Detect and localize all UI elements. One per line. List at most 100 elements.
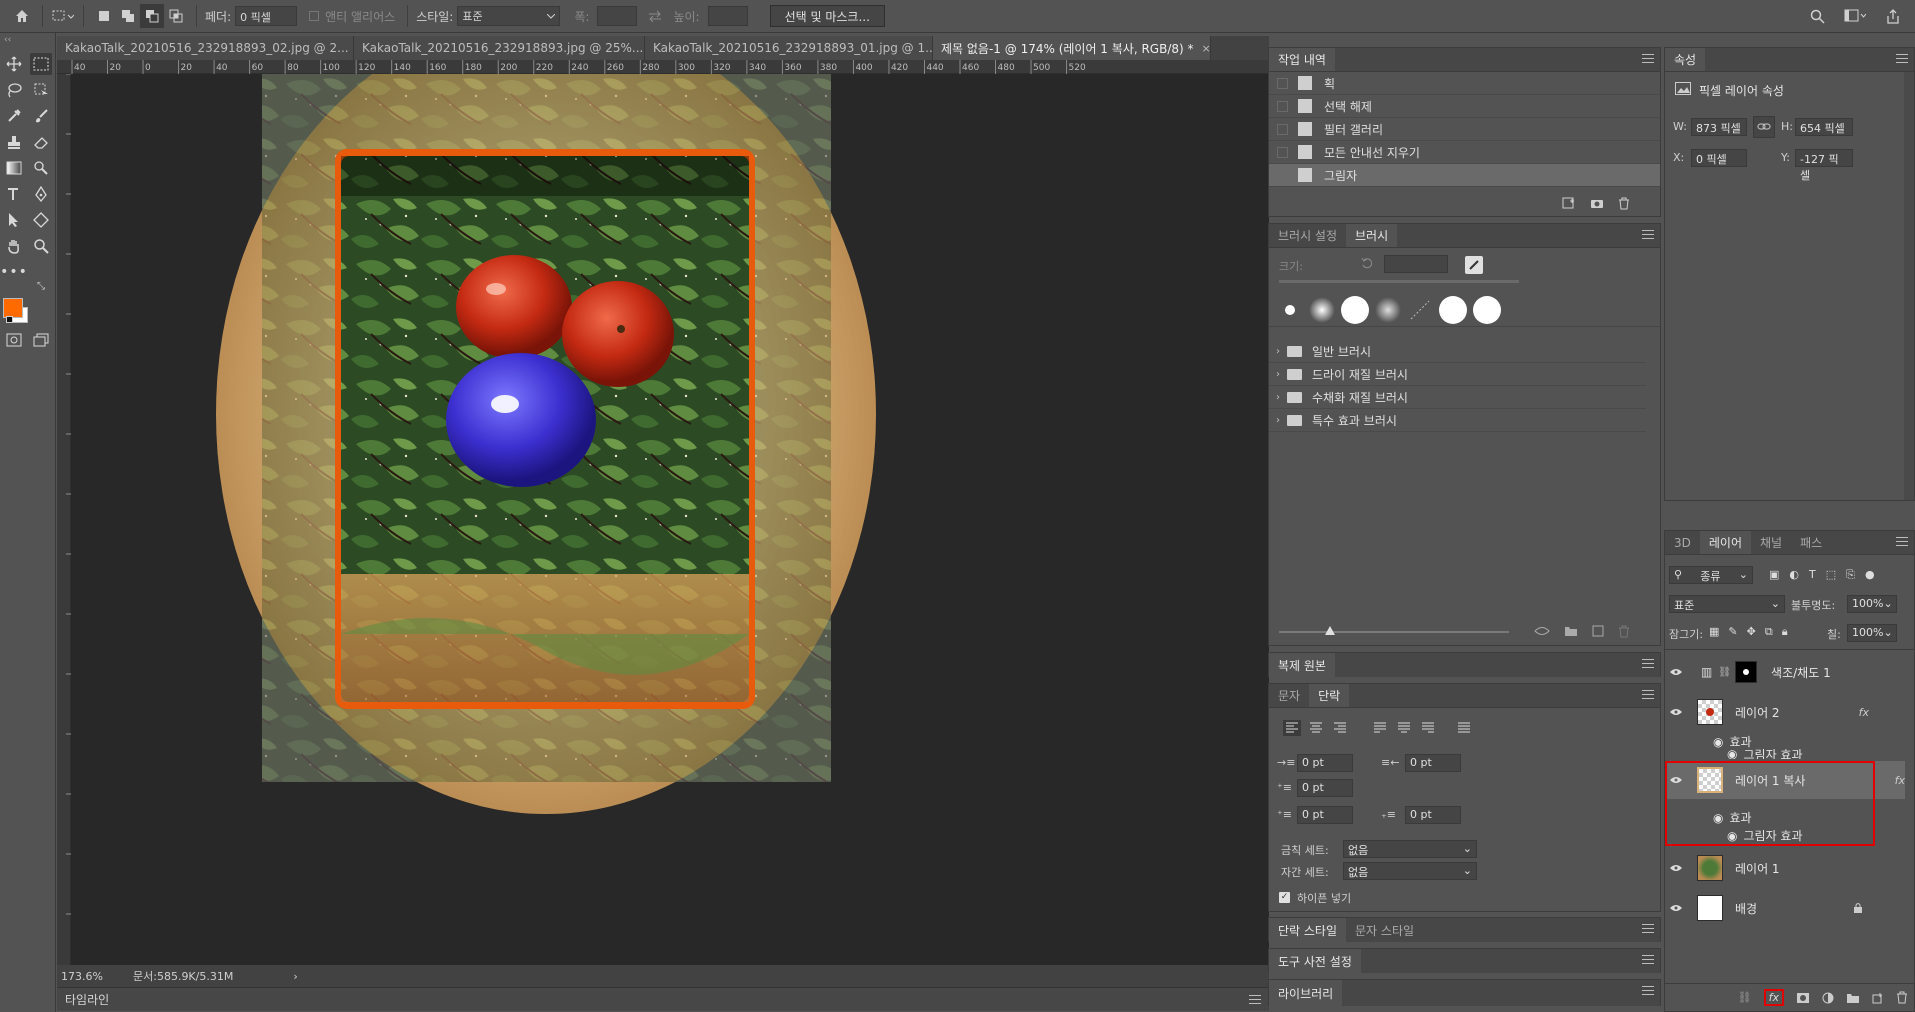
status-arrow-icon[interactable]: › [293,970,297,983]
swap-colors-icon[interactable]: ⤡ [37,281,45,292]
tab-paragraph[interactable]: 단락 [1309,684,1350,707]
layer-thumbnail[interactable] [1697,855,1723,881]
select-and-mask-button[interactable]: 선택 및 마스크... [769,5,885,27]
more-tools-icon[interactable]: ••• [0,261,27,283]
feather-input[interactable]: 0 픽셀 [235,6,298,26]
history-item[interactable]: 필터 갤러리 [1269,118,1660,141]
trash-icon[interactable] [1618,625,1630,638]
lock-image-icon[interactable]: ✎ [1728,625,1737,639]
eye-icon[interactable]: ◉ [1727,829,1737,843]
brush-size-slider[interactable] [1279,280,1519,283]
layer-effects-row[interactable]: ◉ 효과 [1713,733,1752,750]
new-selection-icon[interactable] [92,4,116,28]
height-input[interactable]: 654 픽셀 [1795,118,1853,136]
layer-thumbnail[interactable] [1697,699,1723,725]
brush-preset-hard-2[interactable] [1439,295,1467,324]
indent-right-input[interactable]: 0 pt [1405,754,1461,772]
tab-3d[interactable]: 3D [1665,531,1700,554]
tab-library[interactable]: 라이브러리 [1269,980,1343,1006]
fill-input[interactable]: 100% ⌄ [1847,624,1897,642]
move-tool-icon[interactable] [3,53,25,75]
history-item[interactable]: 획 [1269,72,1660,95]
tab-paths[interactable]: 패스 [1791,531,1831,554]
panel-menu-icon[interactable] [1642,690,1654,700]
new-group-icon[interactable] [1846,992,1860,1004]
panel-menu-icon[interactable] [1642,230,1654,240]
style-select[interactable]: 표준 [457,6,561,26]
panel-menu-icon[interactable] [1642,54,1654,64]
filter-shape-icon[interactable]: ⬚ [1826,568,1836,582]
history-item[interactable]: 모든 안내선 지우기 [1269,141,1660,164]
indent-left-input[interactable]: 0 pt [1297,754,1353,772]
swap-icon[interactable] [643,4,667,28]
timeline-tab[interactable]: 타임라인 [65,991,109,1008]
panel-menu-icon[interactable] [1642,986,1654,996]
shape-tool-icon[interactable] [30,209,52,231]
tab-character[interactable]: 문자 [1269,684,1309,707]
trash-icon[interactable] [1896,991,1908,1004]
eye-icon[interactable]: ◉ [1713,811,1723,825]
brush-preset-hard-3[interactable] [1473,295,1501,324]
home-icon[interactable] [10,4,34,28]
history-item[interactable]: 그림자 [1269,164,1660,187]
foreground-color-swatch[interactable] [3,298,23,318]
layer-name[interactable]: 배경 [1735,900,1757,917]
width-input[interactable]: 873 픽셀 [1691,118,1747,136]
y-input[interactable]: -127 픽셀 [1795,149,1853,182]
screen-mode-icon[interactable] [30,329,52,351]
mojikumi-select[interactable]: 없음 ⌄ [1343,862,1477,880]
justify-right-icon[interactable] [1419,720,1437,736]
fx-indicator[interactable]: fx [1859,706,1869,719]
camera-icon[interactable] [1590,197,1604,209]
toggle-visibility-icon[interactable] [1534,625,1550,637]
tab-layers[interactable]: 레이어 [1699,531,1751,554]
lasso-tool-icon[interactable] [3,79,25,101]
layer-name[interactable]: 레이어 1 복사 [1735,772,1805,789]
quick-mask-icon[interactable] [3,329,25,351]
close-icon[interactable]: × [1202,42,1210,55]
tab-character-styles[interactable]: 문자 스타일 [1346,918,1423,942]
eye-icon[interactable]: ◉ [1727,749,1737,759]
brush-preview-slider[interactable] [1279,631,1509,633]
align-center-icon[interactable] [1307,720,1325,736]
align-right-icon[interactable] [1331,720,1349,736]
gradient-tool-icon[interactable] [3,157,25,179]
link-layers-icon[interactable]: ⛓ [1738,991,1752,1004]
tab-brush-settings[interactable]: 브러시 설정 [1269,224,1346,247]
new-folder-icon[interactable] [1564,625,1578,637]
scrollbar[interactable] [1904,72,1914,500]
path-selection-tool-icon[interactable] [3,209,25,231]
rectangular-marquee-tool-icon[interactable] [30,53,52,75]
tab-document-main[interactable]: KakaoTalk_20210516_232918893.jpg @ 25%..… [354,36,645,60]
lock-position-icon[interactable]: ✥ [1747,625,1756,639]
justify-left-icon[interactable] [1371,720,1389,736]
brush-folder-dry[interactable]: › 드라이 재질 브러시 [1269,363,1646,386]
height-input[interactable] [707,6,748,26]
new-brush-preset-icon[interactable] [1592,625,1604,637]
stamp-tool-icon[interactable] [3,131,25,153]
layer-row-layer-1[interactable]: 레이어 1 [1665,849,1869,887]
zoom-level[interactable]: 173.6% [61,970,133,983]
space-after-input[interactable]: 0 pt [1405,806,1461,824]
indent-first-input[interactable]: 0 pt [1297,779,1353,797]
link-icon[interactable] [1753,116,1775,138]
zoom-tool-icon[interactable] [30,235,52,257]
panel-menu-icon[interactable] [1642,955,1654,965]
canvas-area[interactable] [71,74,1269,965]
space-before-input[interactable]: 0 pt [1297,806,1353,824]
layer-row-background[interactable]: 배경 [1665,889,1869,927]
eye-icon[interactable] [1669,861,1683,875]
panel-menu-icon[interactable] [1249,994,1261,1005]
width-input[interactable] [597,6,638,26]
share-icon[interactable] [1881,4,1905,28]
marquee-preset-icon[interactable] [51,4,75,28]
default-colors-icon[interactable] [6,316,13,323]
add-layer-style-button[interactable]: fx [1763,989,1784,1006]
reset-icon[interactable] [1361,257,1373,269]
drop-shadow-effect-row[interactable]: ◉ 그림자 효과 [1727,827,1803,844]
blend-mode-select[interactable]: 표준 ⌄ [1669,595,1785,613]
panel-menu-icon[interactable] [1642,924,1654,934]
tab-properties[interactable]: 속성 [1665,48,1706,71]
subtract-selection-icon[interactable] [140,4,164,28]
filter-toggle-icon[interactable]: ● [1865,568,1875,582]
